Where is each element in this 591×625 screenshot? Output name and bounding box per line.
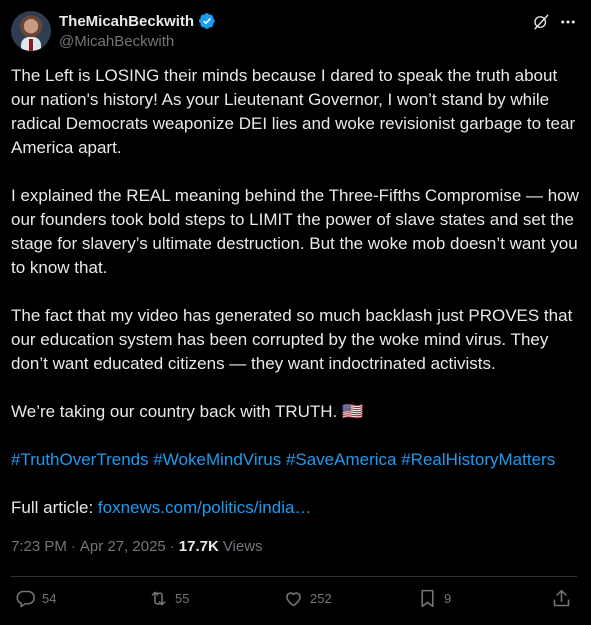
post-header: TheMicahBeckwith @MicahBeckwith xyxy=(11,11,580,53)
like-count: 252 xyxy=(310,591,332,606)
post-date[interactable]: Apr 27, 2025 xyxy=(80,538,166,555)
hashtag-links[interactable]: #TruthOverTrends #WokeMindVirus #SaveAme… xyxy=(11,448,580,472)
post-paragraph: The fact that my video has generated so … xyxy=(11,306,573,373)
verified-badge-icon xyxy=(199,13,215,29)
views-label: Views xyxy=(222,538,263,555)
repost-icon xyxy=(151,591,166,606)
divider xyxy=(11,576,577,577)
share-icon xyxy=(553,589,570,607)
more-icon[interactable] xyxy=(559,13,577,31)
grok-icon[interactable] xyxy=(532,13,550,31)
reply-button[interactable]: 54 xyxy=(15,588,56,609)
display-name[interactable]: TheMicahBeckwith xyxy=(59,13,194,30)
share-button[interactable] xyxy=(551,588,572,609)
reply-count: 54 xyxy=(42,591,57,606)
post-paragraph: I explained the REAL meaning behind the … xyxy=(11,186,579,277)
meta-separator: · xyxy=(70,538,76,555)
post-meta: 7:23 PM · Apr 27, 2025 · 17.7K Views xyxy=(11,538,263,555)
post-paragraph: The Left is LOSING their minds because I… xyxy=(11,66,576,157)
meta-separator: · xyxy=(169,538,175,555)
post-time[interactable]: 7:23 PM xyxy=(11,538,67,555)
like-icon xyxy=(286,592,301,607)
author-name-row[interactable]: TheMicahBeckwith xyxy=(59,12,216,30)
like-button[interactable]: 252 xyxy=(283,588,332,609)
post-paragraph: We’re taking our country back with TRUTH… xyxy=(11,402,364,421)
article-line: Full article: foxnews.com/politics/india… xyxy=(11,496,580,520)
article-prefix: Full article: xyxy=(11,498,98,517)
post-body: The Left is LOSING their minds because I… xyxy=(11,64,580,544)
bookmark-button[interactable]: 9 xyxy=(417,588,451,609)
bookmark-count: 9 xyxy=(444,591,452,606)
action-bar: 54 55 252 9 xyxy=(11,588,577,614)
repost-button[interactable]: 55 xyxy=(148,588,189,609)
repost-count: 55 xyxy=(175,591,190,606)
avatar[interactable] xyxy=(11,11,51,51)
article-link[interactable]: foxnews.com/politics/india… xyxy=(98,498,312,517)
bookmark-icon xyxy=(421,589,434,608)
views-count: 17.7K xyxy=(178,538,219,555)
reply-icon xyxy=(16,590,36,608)
author-handle[interactable]: @MicahBeckwith xyxy=(59,33,174,50)
